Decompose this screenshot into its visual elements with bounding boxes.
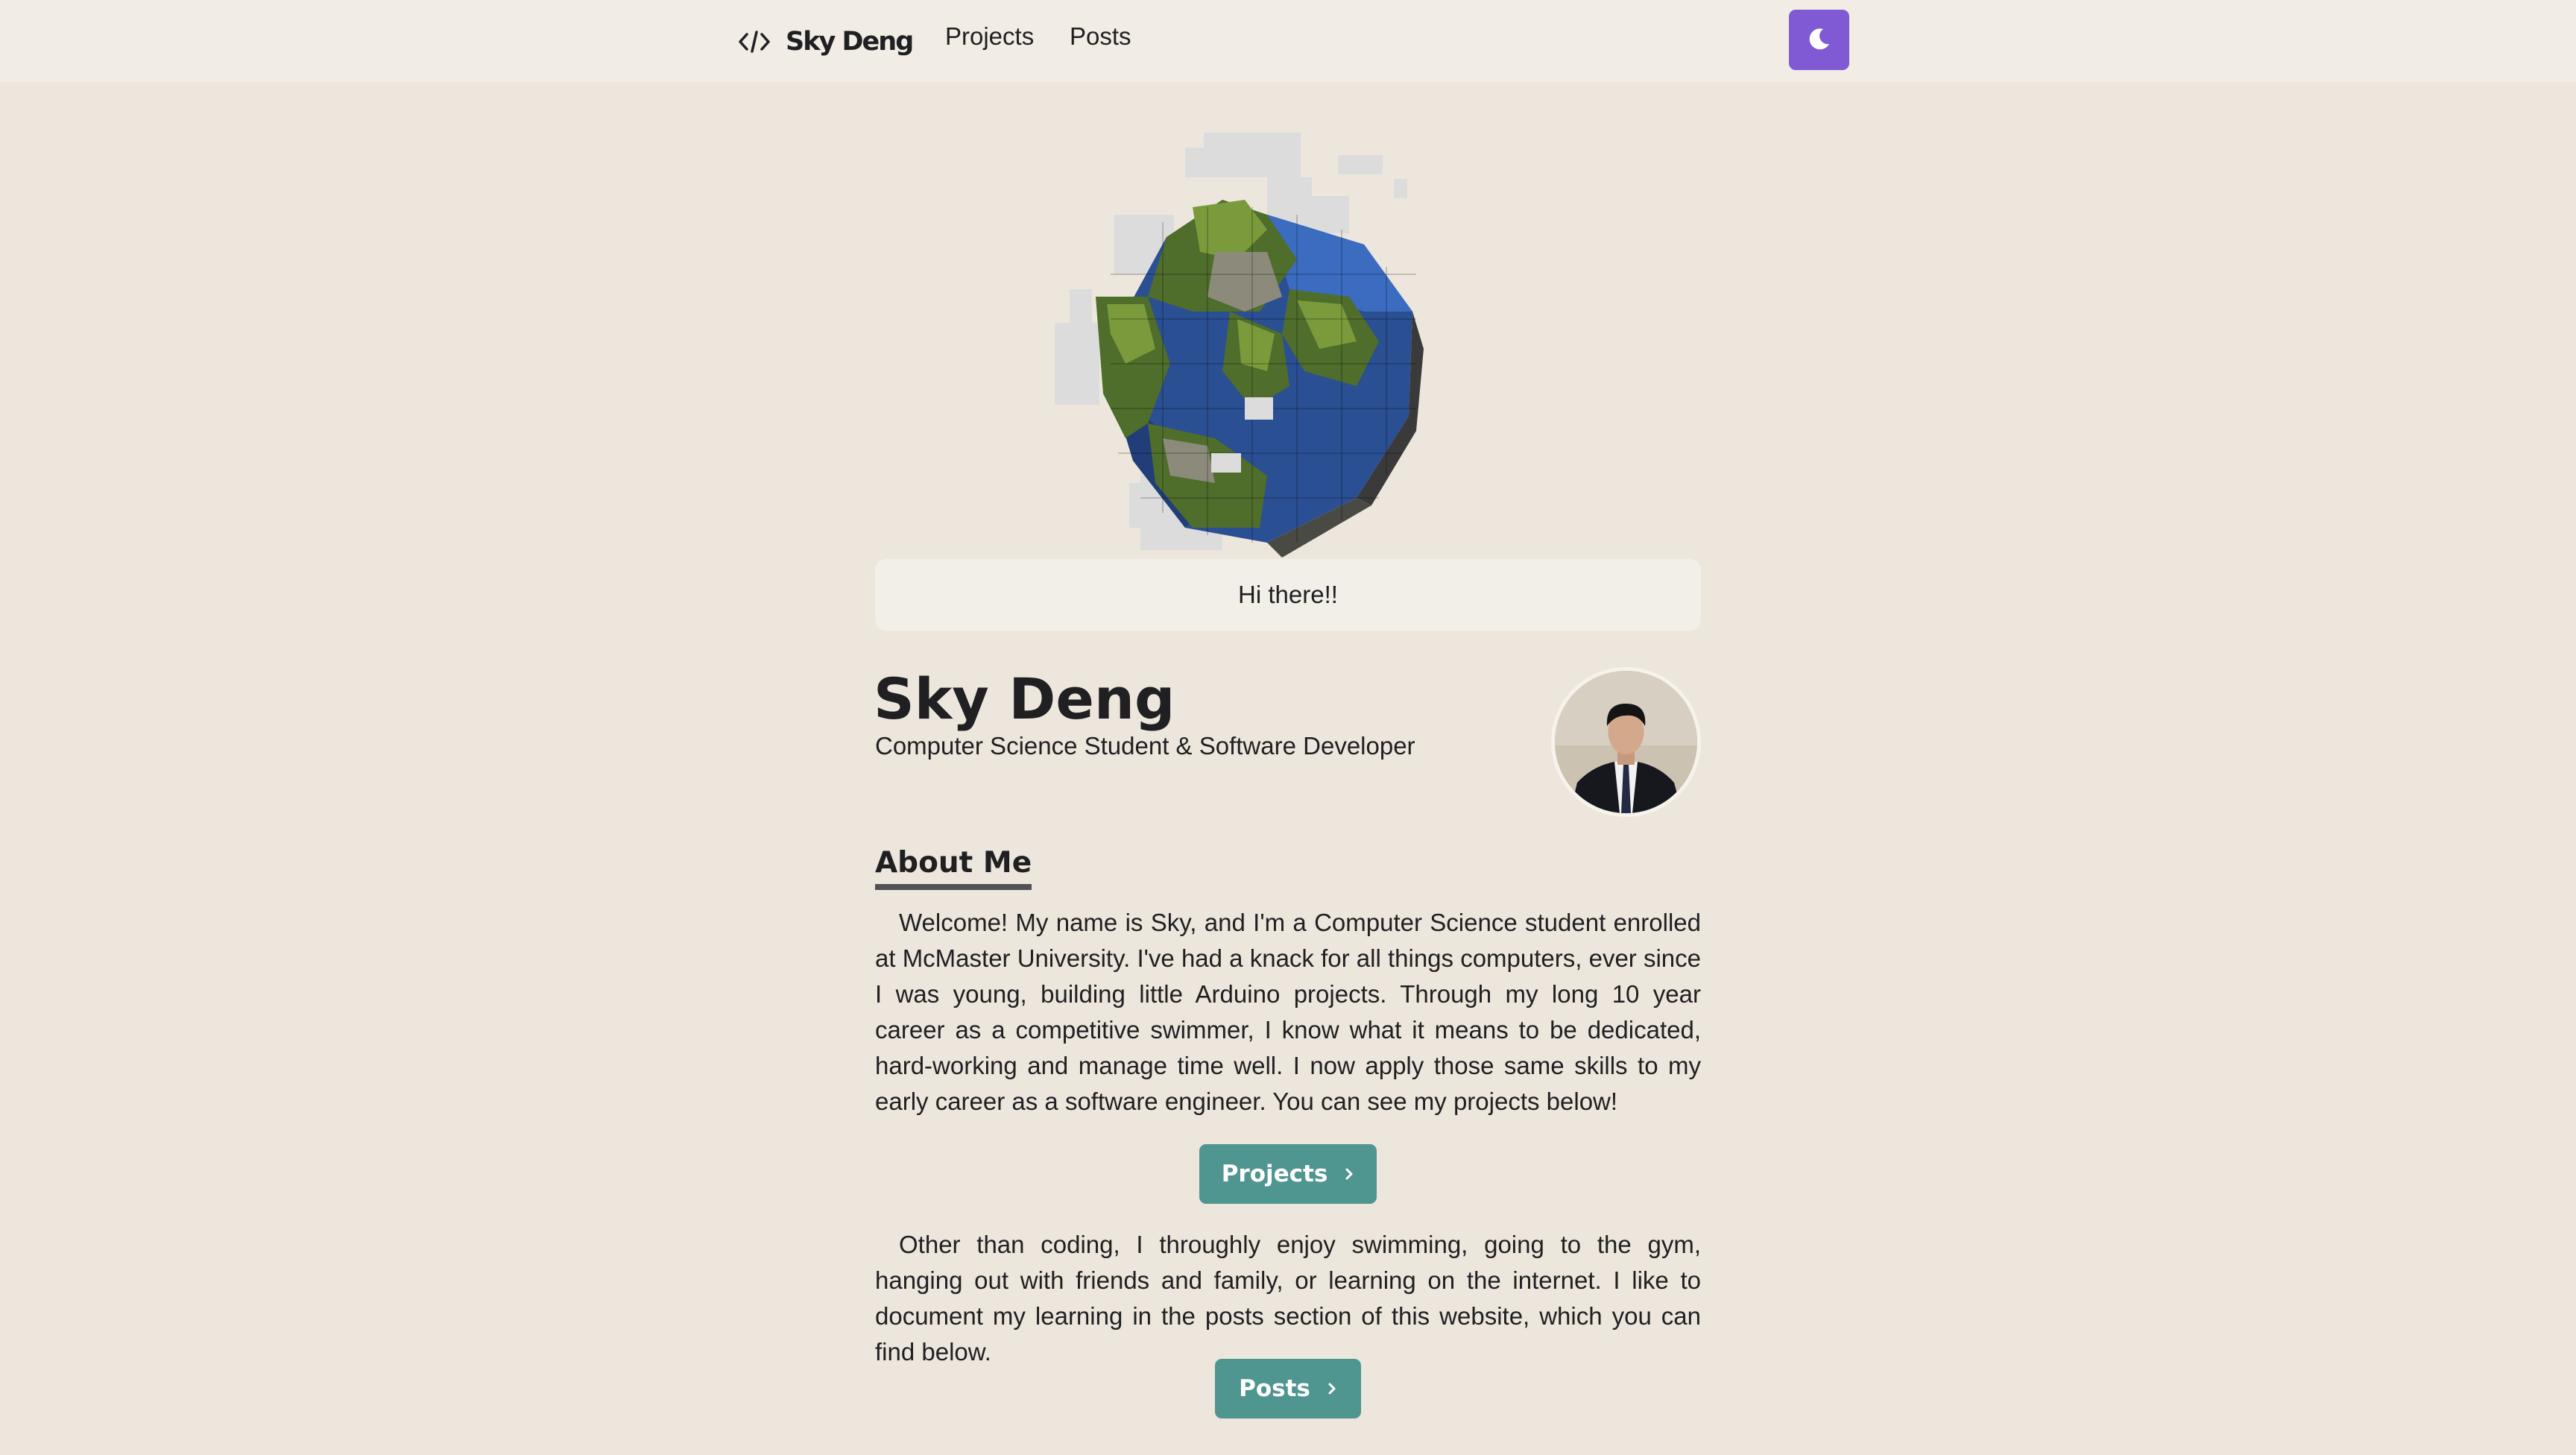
moon-icon [1807, 26, 1832, 54]
chevron-right-icon [1344, 1167, 1354, 1181]
posts-button[interactable]: Posts [1215, 1359, 1361, 1418]
greeting-banner: Hi there!! [875, 559, 1701, 631]
code-icon [738, 28, 771, 55]
posts-button-label: Posts [1239, 1375, 1310, 1402]
nav-link-posts[interactable]: Posts [1070, 22, 1131, 51]
voxel-globe-image [1044, 125, 1468, 565]
projects-button[interactable]: Projects [1199, 1144, 1377, 1204]
navbar: Sky Deng Projects Posts [0, 0, 2576, 82]
brand-name: Sky Deng [786, 27, 914, 57]
profile-name: Sky Deng [874, 666, 1175, 732]
projects-button-label: Projects [1221, 1161, 1328, 1187]
about-paragraph-1: Welcome! My name is Sky, and I'm a Compu… [875, 909, 1701, 1115]
theme-toggle-button[interactable] [1789, 10, 1849, 70]
about-heading: About Me [875, 842, 1032, 890]
chevron-right-icon [1327, 1381, 1337, 1396]
brand-link[interactable]: Sky Deng [738, 21, 914, 63]
profile-role: Computer Science Student & Software Deve… [875, 732, 1415, 760]
about-paragraph-2: Other than coding, I throughly enjoy swi… [875, 1231, 1701, 1366]
nav-link-projects[interactable]: Projects [945, 22, 1034, 51]
avatar [1551, 667, 1701, 817]
